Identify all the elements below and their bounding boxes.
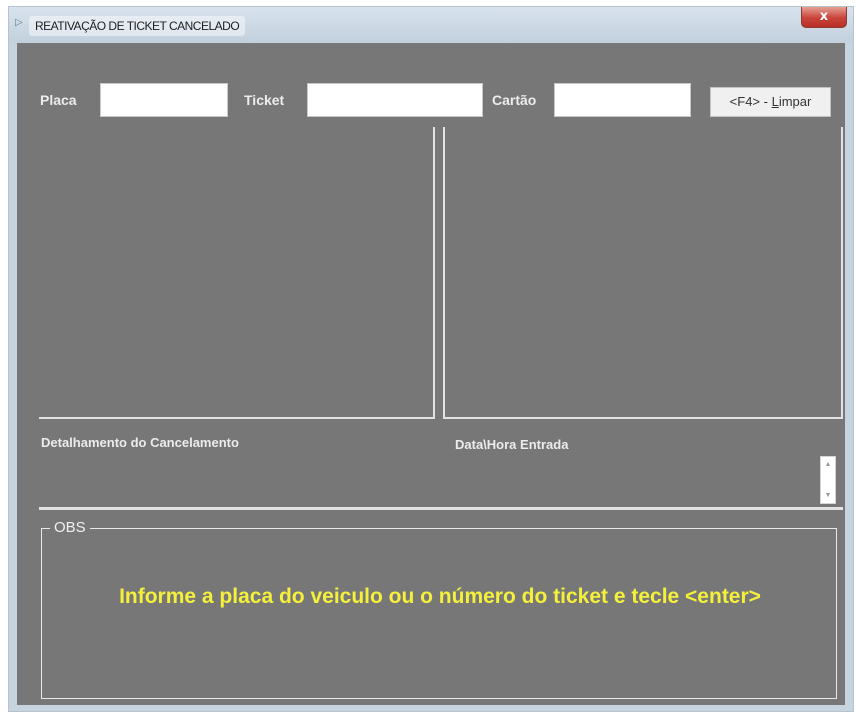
detalhamento-memo[interactable] bbox=[39, 455, 843, 510]
cartao-label: Cartão bbox=[492, 92, 537, 108]
placa-label: Placa bbox=[40, 92, 77, 108]
form-area: Placa Ticket Cartão <F4> - Limpar Detalh… bbox=[17, 43, 845, 705]
data-hora-label: Data\Hora Entrada bbox=[455, 437, 569, 452]
limpar-label: impar bbox=[778, 94, 812, 109]
cartao-input[interactable] bbox=[554, 83, 691, 117]
limpar-accelerator: L bbox=[771, 94, 779, 109]
ticket-label: Ticket bbox=[244, 92, 285, 108]
detalhamento-label: Detalhamento do Cancelamento bbox=[41, 435, 239, 450]
scroll-up-icon[interactable]: ▲ bbox=[821, 461, 835, 469]
app-icon: ▷ bbox=[15, 17, 23, 28]
scroll-down-icon[interactable]: ▼ bbox=[821, 492, 835, 500]
close-icon: x bbox=[819, 9, 829, 24]
obs-legend: OBS bbox=[50, 520, 90, 536]
title-bar[interactable]: ▷ REATIVAÇÃO DE TICKET CANCELADO x bbox=[9, 7, 853, 43]
app-window: ▷ REATIVAÇÃO DE TICKET CANCELADO x Placa… bbox=[8, 6, 854, 712]
left-list-panel[interactable] bbox=[39, 127, 435, 419]
memo-scrollbar[interactable]: ▲ ▼ bbox=[820, 456, 836, 504]
limpar-shortcut: <F4> - bbox=[729, 94, 772, 109]
obs-groupbox: OBS Informe a placa do veiculo ou o núme… bbox=[41, 520, 837, 699]
window-title: REATIVAÇÃO DE TICKET CANCELADO bbox=[29, 16, 246, 36]
close-button[interactable]: x bbox=[801, 7, 847, 28]
status-message: Informe a placa do veiculo ou o número d… bbox=[119, 585, 761, 608]
placa-input[interactable] bbox=[100, 83, 228, 117]
right-list-panel[interactable] bbox=[443, 127, 843, 419]
ticket-input[interactable] bbox=[307, 83, 483, 117]
limpar-button[interactable]: <F4> - Limpar bbox=[710, 87, 831, 117]
